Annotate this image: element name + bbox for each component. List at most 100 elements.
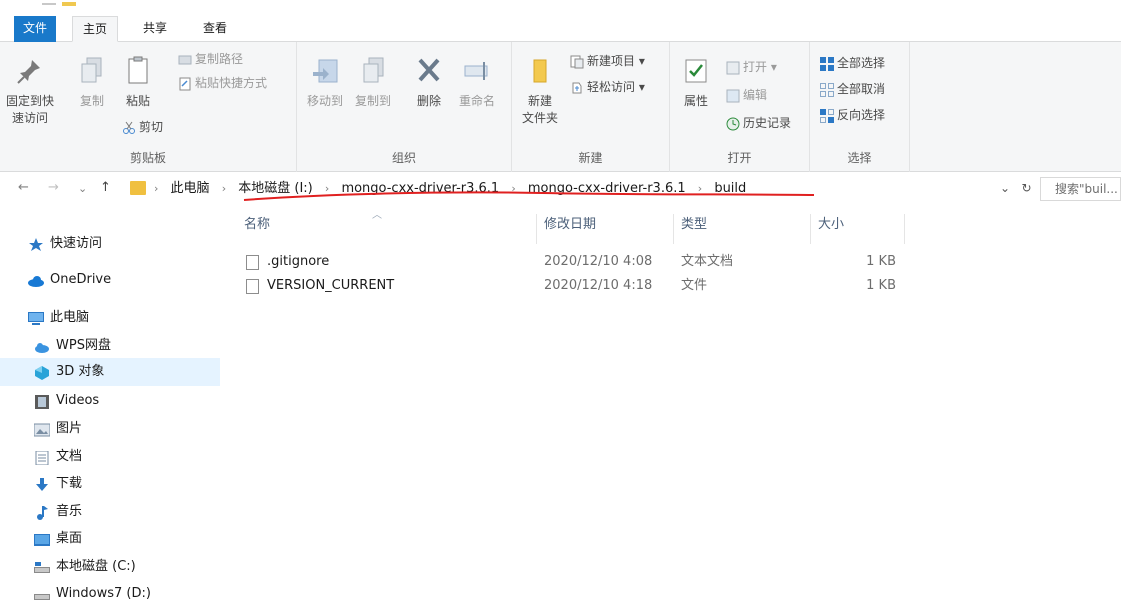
scissors-icon xyxy=(122,121,136,135)
select-group: 全部选择 全部取消 反向选择 选择 xyxy=(810,42,910,172)
nav-quick-access[interactable]: 快速访问 xyxy=(28,232,102,256)
cloud-icon xyxy=(28,273,44,287)
tab-view[interactable]: 查看 xyxy=(192,16,238,42)
nav-documents[interactable]: 文档 xyxy=(34,445,82,469)
nav-this-pc[interactable]: 此电脑 xyxy=(28,306,89,330)
text-file-icon xyxy=(246,255,259,270)
organize-group-label: 组织 xyxy=(391,151,416,165)
invert-selection-button[interactable]: 反向选择 xyxy=(820,106,885,124)
column-header-name[interactable]: 名称 xyxy=(244,206,270,244)
invert-selection-label: 反向选择 xyxy=(837,108,886,122)
cube-icon xyxy=(34,365,50,380)
select-all-label: 全部选择 xyxy=(837,56,886,70)
copy-to-button[interactable]: 复制到 xyxy=(349,54,397,109)
cut-label: 剪切 xyxy=(139,120,164,134)
move-to-button[interactable]: 移动到 xyxy=(301,54,349,109)
easy-access-button[interactable]: 轻松访问 ▾ xyxy=(570,78,645,96)
quick-access-toolbar-icon[interactable] xyxy=(42,3,56,5)
nav-onedrive[interactable]: OneDrive xyxy=(28,268,111,292)
copy-path-label: 复制路径 xyxy=(195,52,244,66)
delete-label: 删除 xyxy=(416,94,441,108)
back-button[interactable]: ← xyxy=(18,180,29,195)
address-dropdown-button[interactable]: ⌄ ↻ xyxy=(1000,181,1032,195)
clipboard-group: 固定到快 速访问 复制 粘贴 复制路径 粘贴快捷方式 剪切 剪贴板 xyxy=(0,42,297,172)
file-list: 名称 修改日期 类型 大小 .gitignore 2020/12/10 4:08… xyxy=(222,206,1121,601)
ribbon: 固定到快 速访问 复制 粘贴 复制路径 粘贴快捷方式 剪切 剪贴板 移动到 复制… xyxy=(0,42,1121,172)
tab-home[interactable]: 主页 xyxy=(72,16,118,42)
edit-button[interactable]: 编辑 xyxy=(726,86,767,104)
pin-to-quick-access-button[interactable]: 固定到快 速访问 xyxy=(4,54,56,126)
table-row[interactable]: VERSION_CURRENT 2020/12/10 4:18 文件 1 KB xyxy=(222,274,922,298)
cut-button[interactable]: 剪切 xyxy=(122,118,163,136)
pin-label-1: 固定到快 xyxy=(5,94,54,108)
column-header-type[interactable]: 类型 xyxy=(681,206,707,244)
red-annotation-underline xyxy=(243,191,815,201)
nav-wps-cloud[interactable]: WPS网盘 xyxy=(34,334,111,358)
easy-access-icon xyxy=(570,81,584,95)
wps-cloud-icon xyxy=(34,339,50,353)
ribbon-tabs: 文件 主页 共享 查看 xyxy=(0,14,1121,42)
drive-icon xyxy=(34,587,50,601)
nav-music[interactable]: 音乐 xyxy=(34,500,82,524)
file-type: 文本文档 xyxy=(681,254,734,269)
up-button[interactable]: ↑ xyxy=(100,180,111,195)
clipboard-group-label: 剪贴板 xyxy=(129,151,166,165)
open-group-label: 打开 xyxy=(727,151,752,165)
paste-shortcut-button[interactable]: 粘贴快捷方式 xyxy=(178,74,267,92)
column-divider[interactable] xyxy=(810,214,811,244)
column-divider[interactable] xyxy=(673,214,674,244)
select-none-icon xyxy=(820,82,834,97)
delete-button[interactable]: 删除 xyxy=(409,54,449,109)
search-input[interactable]: 搜索"buil... xyxy=(1040,177,1121,201)
file-size: 1 KB xyxy=(866,278,896,293)
properties-check-icon xyxy=(680,54,712,88)
nav-drive-d[interactable]: Windows7 (D:) xyxy=(34,582,151,601)
navigation-pane: 快速访问 OneDrive 此电脑 WPS网盘 3D 对象 Videos 图片 … xyxy=(0,206,222,601)
rename-button[interactable]: 重命名 xyxy=(453,54,501,109)
tab-share[interactable]: 共享 xyxy=(132,16,178,42)
select-all-button[interactable]: 全部选择 xyxy=(820,54,885,72)
folder-mini-icon xyxy=(62,2,76,6)
copy-to-label: 复制到 xyxy=(354,94,391,108)
new-item-label: 新建项目 ▾ xyxy=(587,54,645,68)
open-button[interactable]: 打开 ▾ xyxy=(726,58,777,76)
nav-desktop[interactable]: 桌面 xyxy=(34,527,82,551)
column-header-size[interactable]: 大小 xyxy=(818,206,844,244)
move-to-label: 移动到 xyxy=(306,94,343,108)
nav-3d-objects[interactable]: 3D 对象 xyxy=(34,360,104,384)
new-item-button[interactable]: 新建项目 ▾ xyxy=(570,52,645,70)
forward-button[interactable]: → xyxy=(48,180,59,195)
new-folder-button[interactable]: 新建 文件夹 xyxy=(516,54,564,126)
copy-button[interactable]: 复制 xyxy=(74,54,110,109)
open-icon xyxy=(726,61,740,75)
download-icon xyxy=(34,477,50,491)
nav-label: WPS网盘 xyxy=(56,338,111,353)
table-row[interactable]: .gitignore 2020/12/10 4:08 文本文档 1 KB xyxy=(222,250,922,274)
nav-label: 本地磁盘 (C:) xyxy=(56,559,136,574)
tab-file[interactable]: 文件 xyxy=(14,16,56,42)
history-label: 历史记录 xyxy=(743,116,792,130)
paste-shortcut-label: 粘贴快捷方式 xyxy=(195,76,268,90)
select-none-button[interactable]: 全部取消 xyxy=(820,80,885,98)
video-icon xyxy=(34,394,50,409)
nav-pictures[interactable]: 图片 xyxy=(33,417,82,441)
easy-access-label: 轻松访问 ▾ xyxy=(587,80,645,94)
column-header-date[interactable]: 修改日期 xyxy=(544,206,596,244)
column-divider[interactable] xyxy=(904,214,905,244)
recent-locations-button[interactable]: ⌄ xyxy=(78,182,87,195)
rename-icon xyxy=(461,54,493,88)
new-item-icon xyxy=(570,55,584,69)
nav-drive-c[interactable]: 本地磁盘 (C:) xyxy=(34,555,136,579)
copy-path-button[interactable]: 复制路径 xyxy=(178,50,243,68)
pin-label-2: 速访问 xyxy=(11,111,48,125)
desktop-icon xyxy=(34,532,50,546)
properties-button[interactable]: 属性 xyxy=(676,54,716,109)
select-group-label: 选择 xyxy=(847,151,872,165)
history-button[interactable]: 历史记录 xyxy=(726,114,791,132)
column-divider[interactable] xyxy=(536,214,537,244)
nav-downloads[interactable]: 下载 xyxy=(34,472,82,496)
nav-videos[interactable]: Videos xyxy=(34,389,99,413)
breadcrumb-this-pc[interactable]: 此电脑 xyxy=(171,181,210,196)
title-strip xyxy=(0,0,1121,14)
paste-button[interactable]: 粘贴 xyxy=(120,54,156,109)
